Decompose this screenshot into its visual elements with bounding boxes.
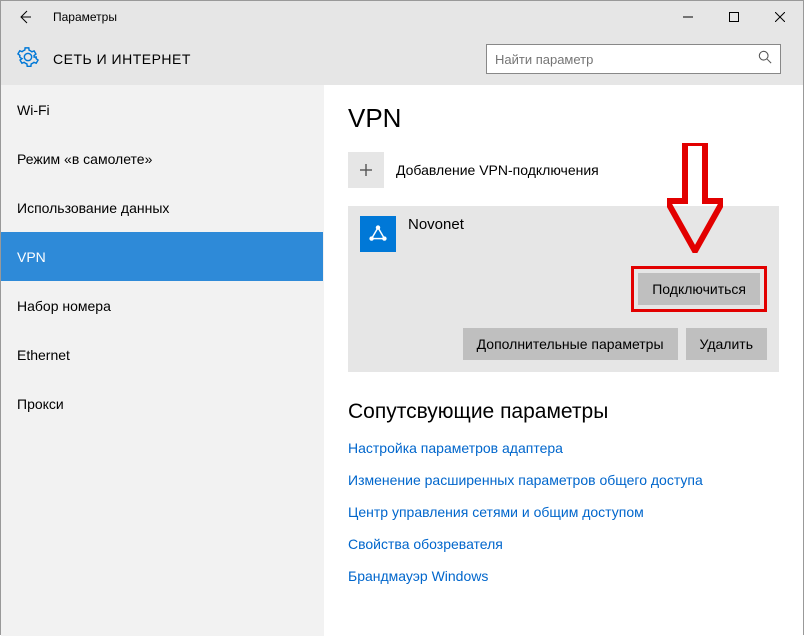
add-vpn-row[interactable]: Добавление VPN-подключения [348,152,779,188]
sidebar-item-airplane[interactable]: Режим «в самолете» [1,134,323,183]
link-sharing-settings[interactable]: Изменение расширенных параметров общего … [348,472,779,488]
maximize-button[interactable] [711,1,757,33]
search-box[interactable] [486,44,781,74]
sidebar-item-proxy[interactable]: Прокси [1,379,323,428]
title-bar: Параметры [1,1,803,33]
sidebar-item-label: Набор номера [17,298,111,314]
minimize-button[interactable] [665,1,711,33]
sidebar-item-label: Использование данных [17,200,169,216]
gear-icon [17,46,39,73]
window-title: Параметры [53,10,117,24]
related-heading: Сопутсвующие параметры [348,400,779,424]
delete-button[interactable]: Удалить [686,328,767,360]
close-button[interactable] [757,1,803,33]
sidebar-item-label: Wi-Fi [17,102,50,118]
sidebar-item-ethernet[interactable]: Ethernet [1,330,323,379]
connect-button[interactable]: Подключиться [638,273,760,305]
advanced-button[interactable]: Дополнительные параметры [463,328,678,360]
vpn-connection-name: Novonet [408,216,464,233]
back-button[interactable] [1,1,49,33]
page-title: VPN [348,103,779,134]
header-title: СЕТЬ И ИНТЕРНЕТ [53,51,191,67]
sidebar-item-data-usage[interactable]: Использование данных [1,183,323,232]
vpn-connection-row[interactable]: Novonet [348,206,779,258]
link-adapter-settings[interactable]: Настройка параметров адаптера [348,440,779,456]
related-section: Сопутсвующие параметры Настройка парамет… [348,400,779,584]
sidebar: Wi-Fi Режим «в самолете» Использование д… [1,85,324,636]
close-icon [775,12,785,22]
sidebar-item-vpn[interactable]: VPN [1,232,323,281]
search-icon [758,50,772,69]
search-input[interactable] [495,52,758,67]
vpn-icon [360,216,396,252]
vpn-connection-panel: Novonet Подключиться Дополнительные пара… [348,206,779,372]
arrow-left-icon [17,9,33,25]
maximize-icon [729,12,739,22]
sidebar-item-label: Режим «в самолете» [17,151,152,167]
plus-icon [348,152,384,188]
link-network-center[interactable]: Центр управления сетями и общим доступом [348,504,779,520]
add-vpn-label: Добавление VPN-подключения [396,162,599,178]
sidebar-item-label: VPN [17,249,46,265]
sidebar-item-wifi[interactable]: Wi-Fi [1,85,323,134]
sidebar-item-dialup[interactable]: Набор номера [1,281,323,330]
link-firewall[interactable]: Брандмауэр Windows [348,568,779,584]
sidebar-item-label: Прокси [17,396,64,412]
main-content: VPN Добавление VPN-подключения [324,85,803,636]
sidebar-item-label: Ethernet [17,347,70,363]
link-internet-options[interactable]: Свойства обозревателя [348,536,779,552]
minimize-icon [683,12,693,22]
annotation-highlight: Подключиться [631,266,767,312]
page-header: СЕТЬ И ИНТЕРНЕТ [1,33,803,85]
